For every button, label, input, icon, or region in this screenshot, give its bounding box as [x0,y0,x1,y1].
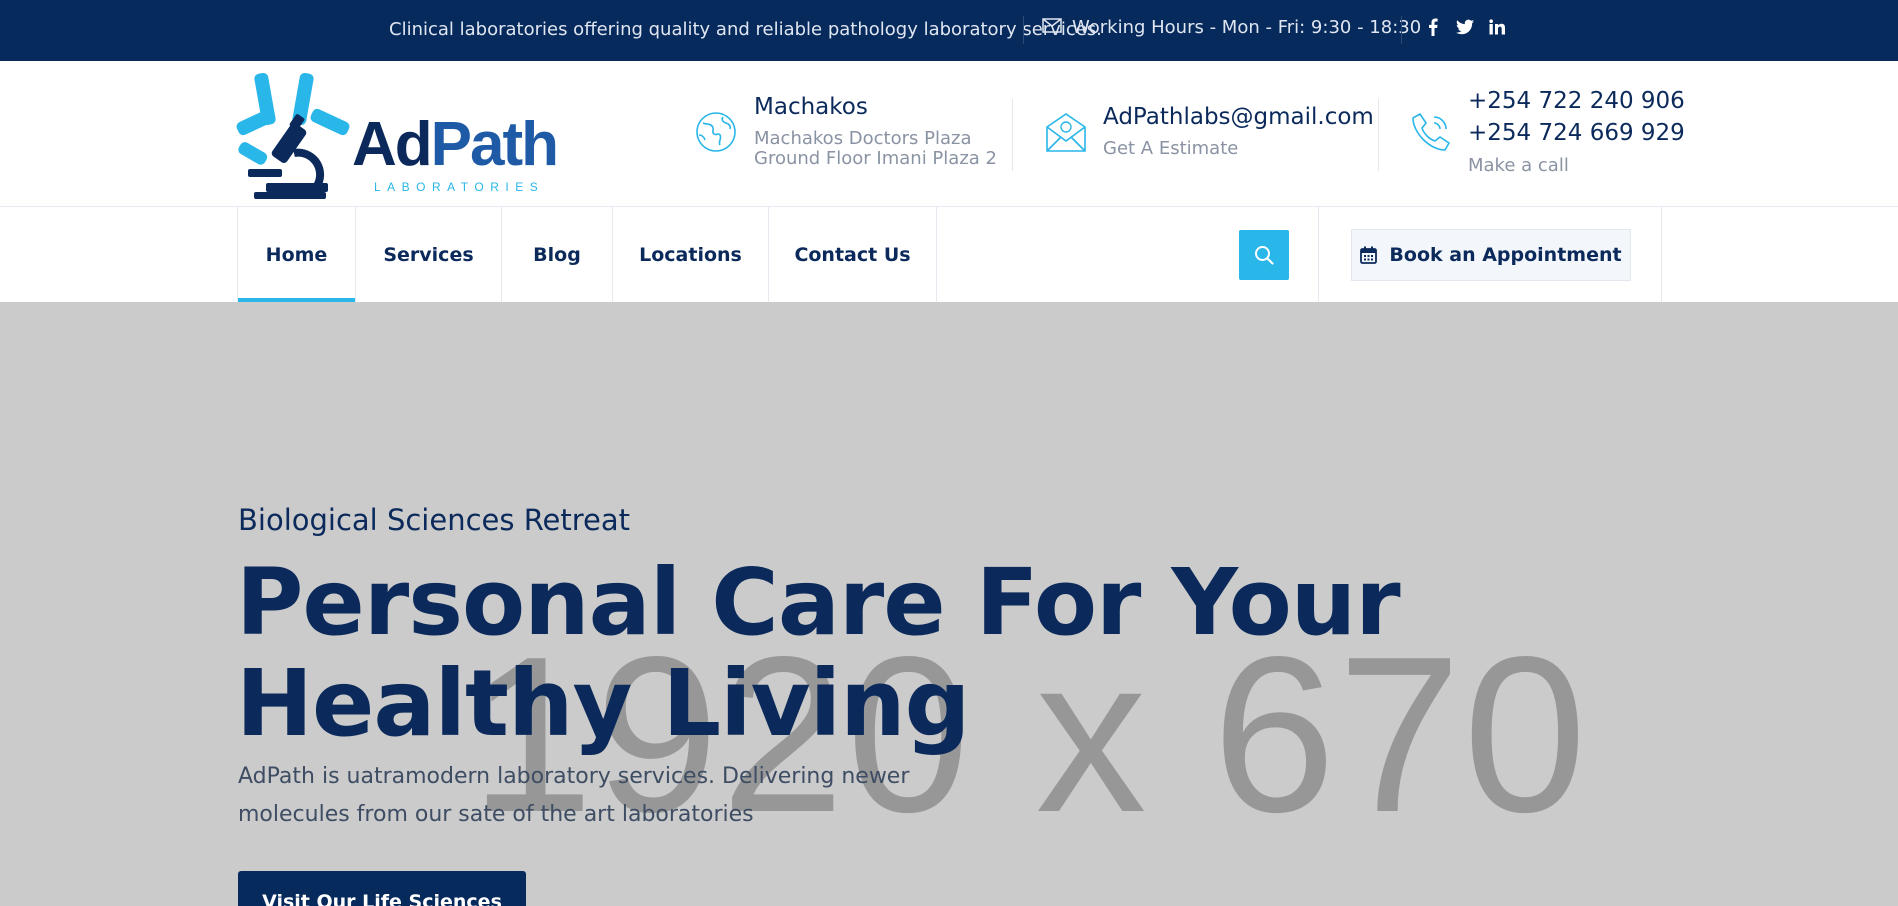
phone-number-1[interactable]: +254 722 240 906 [1468,88,1685,114]
hero-banner: 1920 x 670 Biological Sciences Retreat P… [0,302,1898,906]
nav-item-locations[interactable]: Locations [612,207,768,302]
logo-mark [236,72,350,199]
divider [1378,99,1379,171]
hero-title-line-2: Healthy Living [236,650,970,757]
nav-item-blog[interactable]: Blog [501,207,612,302]
facebook-icon[interactable] [1424,17,1442,37]
social-links [1424,17,1506,37]
search-button[interactable] [1239,230,1289,280]
top-bar: Clinical laboratories offering quality a… [0,0,1898,61]
calendar-icon [1360,246,1378,264]
adpath-logo[interactable]: AdPath LABORATORIES [236,71,559,199]
divider [1401,16,1402,44]
nav-item-services[interactable]: Services [355,207,501,302]
top-bar-tagline: Clinical laboratories offering quality a… [389,19,1102,40]
divider [1012,99,1013,171]
hero-description: AdPath is uatramodern laboratory service… [238,764,910,827]
main-nav: Home Services Blog Locations Contact Us … [0,207,1898,302]
nav-item-home[interactable]: Home [237,207,355,302]
email-info: AdPathlabs@gmail.com Get A Estimate [1043,61,1374,207]
logo-word-ad: Ad [352,110,433,179]
envelope-icon [1045,111,1087,157]
phone-info: +254 722 240 906 +254 724 669 929 Make a… [1410,61,1685,207]
book-appointment-label: Book an Appointment [1389,244,1622,266]
divider [1318,207,1319,302]
working-hours: Working Hours - Mon - Fri: 9:30 - 18:30 [1042,17,1421,38]
logo-subtitle: LABORATORIES [374,180,545,194]
globe-icon [695,111,737,157]
location-info: Machakos Machakos Doctors Plaza Ground F… [695,61,997,207]
divider [1023,16,1024,44]
book-appointment-button[interactable]: Book an Appointment [1351,229,1631,281]
hero-cta-button[interactable]: Visit Our Life Sciences [238,871,526,906]
linkedin-icon[interactable] [1488,17,1506,37]
logo-wordmark: AdPath [352,109,559,180]
email-address[interactable]: AdPathlabs@gmail.com [1103,104,1374,130]
site-header: AdPath LABORATORIES Machakos Machakos Do… [0,61,1898,207]
location-title: Machakos [754,94,868,120]
divider [1661,207,1662,302]
phone-icon [1410,111,1452,157]
hero-title: Personal Care For Your Healthy Living [236,549,1401,757]
location-line-1: Machakos Doctors Plaza [754,128,972,149]
hero-title-line-1: Personal Care For Your [236,549,1401,656]
logo-word-path: Path [430,110,559,179]
nav-item-contact-us[interactable]: Contact Us [768,207,937,302]
twitter-icon[interactable] [1456,17,1474,37]
working-hours-text: Working Hours - Mon - Fri: 9:30 - 18:30 [1072,17,1422,38]
search-icon [1255,246,1274,265]
hero-pretitle: Biological Sciences Retreat [238,503,631,537]
email-subtitle: Get A Estimate [1103,138,1239,159]
phone-subtitle: Make a call [1468,155,1569,176]
envelope-icon [1042,17,1062,38]
phone-number-2[interactable]: +254 724 669 929 [1468,120,1685,146]
location-line-2: Ground Floor Imani Plaza 2 [754,148,997,169]
